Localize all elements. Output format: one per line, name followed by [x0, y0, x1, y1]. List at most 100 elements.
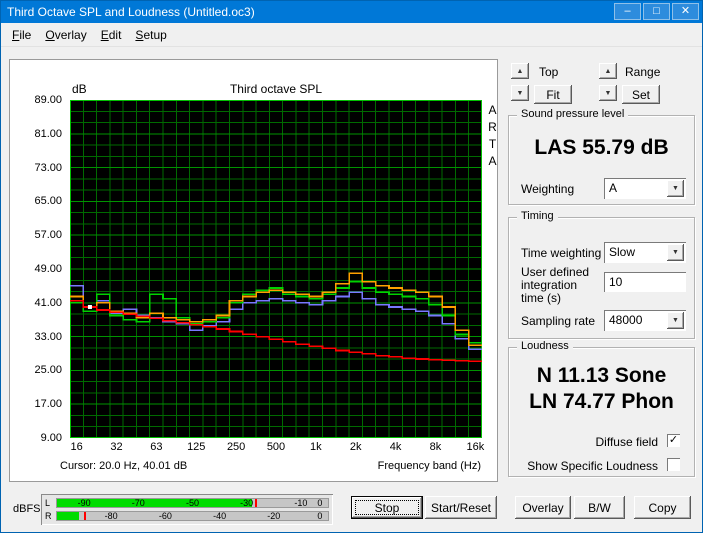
x-tick-label: 63: [150, 441, 163, 453]
combo-arrow-icon: ▼: [672, 317, 679, 324]
close-icon: ✕: [680, 5, 691, 17]
spl-group: Sound pressure level LAS 55.79 dB Weight…: [508, 108, 695, 205]
overlay-button[interactable]: Overlay: [515, 496, 571, 519]
set-button-label: Set: [631, 87, 650, 102]
x-tick-label: 125: [187, 441, 206, 453]
arta-watermark-letter: R: [488, 120, 497, 134]
maximize-icon: □: [653, 5, 660, 17]
x-tick-label: 2k: [349, 441, 362, 453]
arta-watermark-letter: T: [488, 137, 497, 151]
menu-setup[interactable]: Setup: [128, 26, 173, 44]
top-down-button[interactable]: ▼: [511, 85, 529, 101]
x-tick-label: 8k: [429, 441, 442, 453]
arta-watermark: ARTA: [486, 102, 499, 170]
spin-down-icon: ▼: [604, 89, 612, 97]
timing-group: Timing Time weighting Slow ▼ User define…: [508, 210, 695, 339]
meter-bar: -90 -70 -50 -30 -10 0: [56, 497, 329, 508]
spin-up-icon: ▲: [516, 67, 524, 75]
close-button[interactable]: ✕: [672, 3, 699, 20]
spl-value: LAS 55.79 dB: [534, 136, 669, 159]
meter-level-fill: [57, 511, 79, 520]
weighting-select[interactable]: A ▼: [604, 178, 686, 199]
x-tick-label: 16k: [466, 441, 485, 453]
y-tick-label: 41.00: [34, 296, 62, 309]
meter-peak-indicator: [254, 498, 257, 507]
chevron-down-icon[interactable]: ▼: [667, 312, 684, 329]
timing-group-title: Timing: [517, 210, 558, 222]
spl-plot[interactable]: [70, 100, 482, 438]
maximize-button[interactable]: □: [643, 3, 670, 20]
x-axis-ticks: 16 32 63 125 250 500 1k 2k 4k 8k 16k: [70, 441, 485, 454]
dbfs-label: dBFS: [13, 503, 41, 515]
meter-peak-indicator: [84, 511, 87, 520]
menu-overlay[interactable]: Overlay: [38, 26, 93, 44]
chart-panel: dB Third octave SPL 89.00 81.00 73.00 65.00…: [9, 59, 498, 482]
arta-watermark-letter: A: [488, 103, 497, 117]
time-weighting-value: Slow: [609, 245, 636, 259]
fit-button[interactable]: Fit: [534, 85, 572, 104]
grid-major: [70, 133, 482, 405]
y-tick-label: 65.00: [34, 195, 62, 208]
y-tick-label: 49.00: [34, 263, 62, 275]
set-button[interactable]: Set: [622, 85, 660, 104]
caption-buttons: – □ ✕: [614, 3, 699, 20]
meter-tick-label: 0: [317, 497, 323, 508]
meter-tick-label: -30: [240, 497, 254, 508]
combo-arrow-icon: ▼: [672, 185, 679, 192]
meter-tick-label: -40: [213, 510, 227, 521]
minimize-button[interactable]: –: [614, 3, 641, 20]
specific-loudness-checkbox[interactable]: [667, 458, 680, 471]
meter-tick-label: -50: [185, 497, 200, 508]
x-tick-label: 16: [70, 441, 83, 453]
time-weighting-label: Time weighting: [521, 246, 602, 260]
window-title: Third Octave SPL and Loudness (Untitled.…: [7, 5, 255, 19]
menu-file[interactable]: File: [5, 26, 38, 44]
meter-tick-label: -80: [104, 510, 118, 521]
start-reset-button-label: Start/Reset: [430, 500, 492, 515]
sampling-rate-select[interactable]: 48000 ▼: [604, 310, 686, 331]
x-axis-label: Frequency band (Hz): [377, 460, 481, 472]
y-tick-label: 89.00: [34, 94, 62, 106]
y-tick-label: 81.00: [34, 127, 62, 140]
chevron-down-icon[interactable]: ▼: [667, 180, 684, 197]
menu-bar: File Overlay Edit Setup: [1, 23, 702, 47]
copy-button[interactable]: Copy: [634, 496, 691, 519]
y-tick-label: 33.00: [34, 330, 62, 343]
bw-button[interactable]: B/W: [574, 496, 625, 519]
chevron-down-icon[interactable]: ▼: [667, 244, 684, 261]
sampling-rate-label: Sampling rate: [521, 314, 596, 328]
x-tick-label: 32: [110, 441, 123, 453]
time-weighting-select[interactable]: Slow ▼: [604, 242, 686, 263]
stop-button[interactable]: Stop: [351, 496, 423, 519]
sampling-rate-value: 48000: [609, 313, 643, 327]
y-tick-label: 9.00: [40, 432, 62, 444]
menu-edit[interactable]: Edit: [94, 26, 129, 44]
arta-watermark-letter: A: [488, 154, 497, 168]
minimize-icon: –: [624, 5, 631, 17]
start-reset-button[interactable]: Start/Reset: [425, 496, 497, 519]
integration-time-label: User defined integration time (s): [521, 265, 590, 305]
integration-time-input[interactable]: [604, 272, 686, 292]
cursor-marker[interactable]: [87, 304, 92, 309]
sone-value: N 11.13 Sone: [536, 364, 667, 387]
meter-tick-label: -20: [267, 510, 281, 521]
spin-down-icon: ▼: [516, 89, 524, 97]
diffuse-field-checkbox[interactable]: ✓: [667, 434, 680, 447]
phon-value: LN 74.77 Phon: [529, 390, 674, 413]
range-down-button[interactable]: ▼: [599, 85, 617, 101]
range-up-button[interactable]: ▲: [599, 63, 617, 79]
spin-up-icon: ▲: [604, 67, 612, 75]
y-tick-label: 25.00: [34, 364, 62, 377]
spl-group-title: Sound pressure level: [517, 108, 629, 120]
app-window: Third Octave SPL and Loudness (Untitled.…: [0, 0, 703, 533]
diffuse-field-label: Diffuse field: [595, 435, 658, 449]
meter-tick-label: -90: [77, 497, 91, 508]
range-label: Range: [625, 65, 661, 79]
meter-tick-label: 0: [317, 510, 323, 521]
x-tick-label: 4k: [389, 441, 402, 453]
top-up-button[interactable]: ▲: [511, 63, 529, 79]
title-bar: Third Octave SPL and Loudness (Untitled.…: [1, 1, 702, 23]
loudness-group: Loudness N 11.13 Sone LN 74.77 Phon Diff…: [508, 340, 695, 477]
meter-tick-label: -60: [158, 510, 172, 521]
x-tick-label: 250: [226, 441, 246, 453]
